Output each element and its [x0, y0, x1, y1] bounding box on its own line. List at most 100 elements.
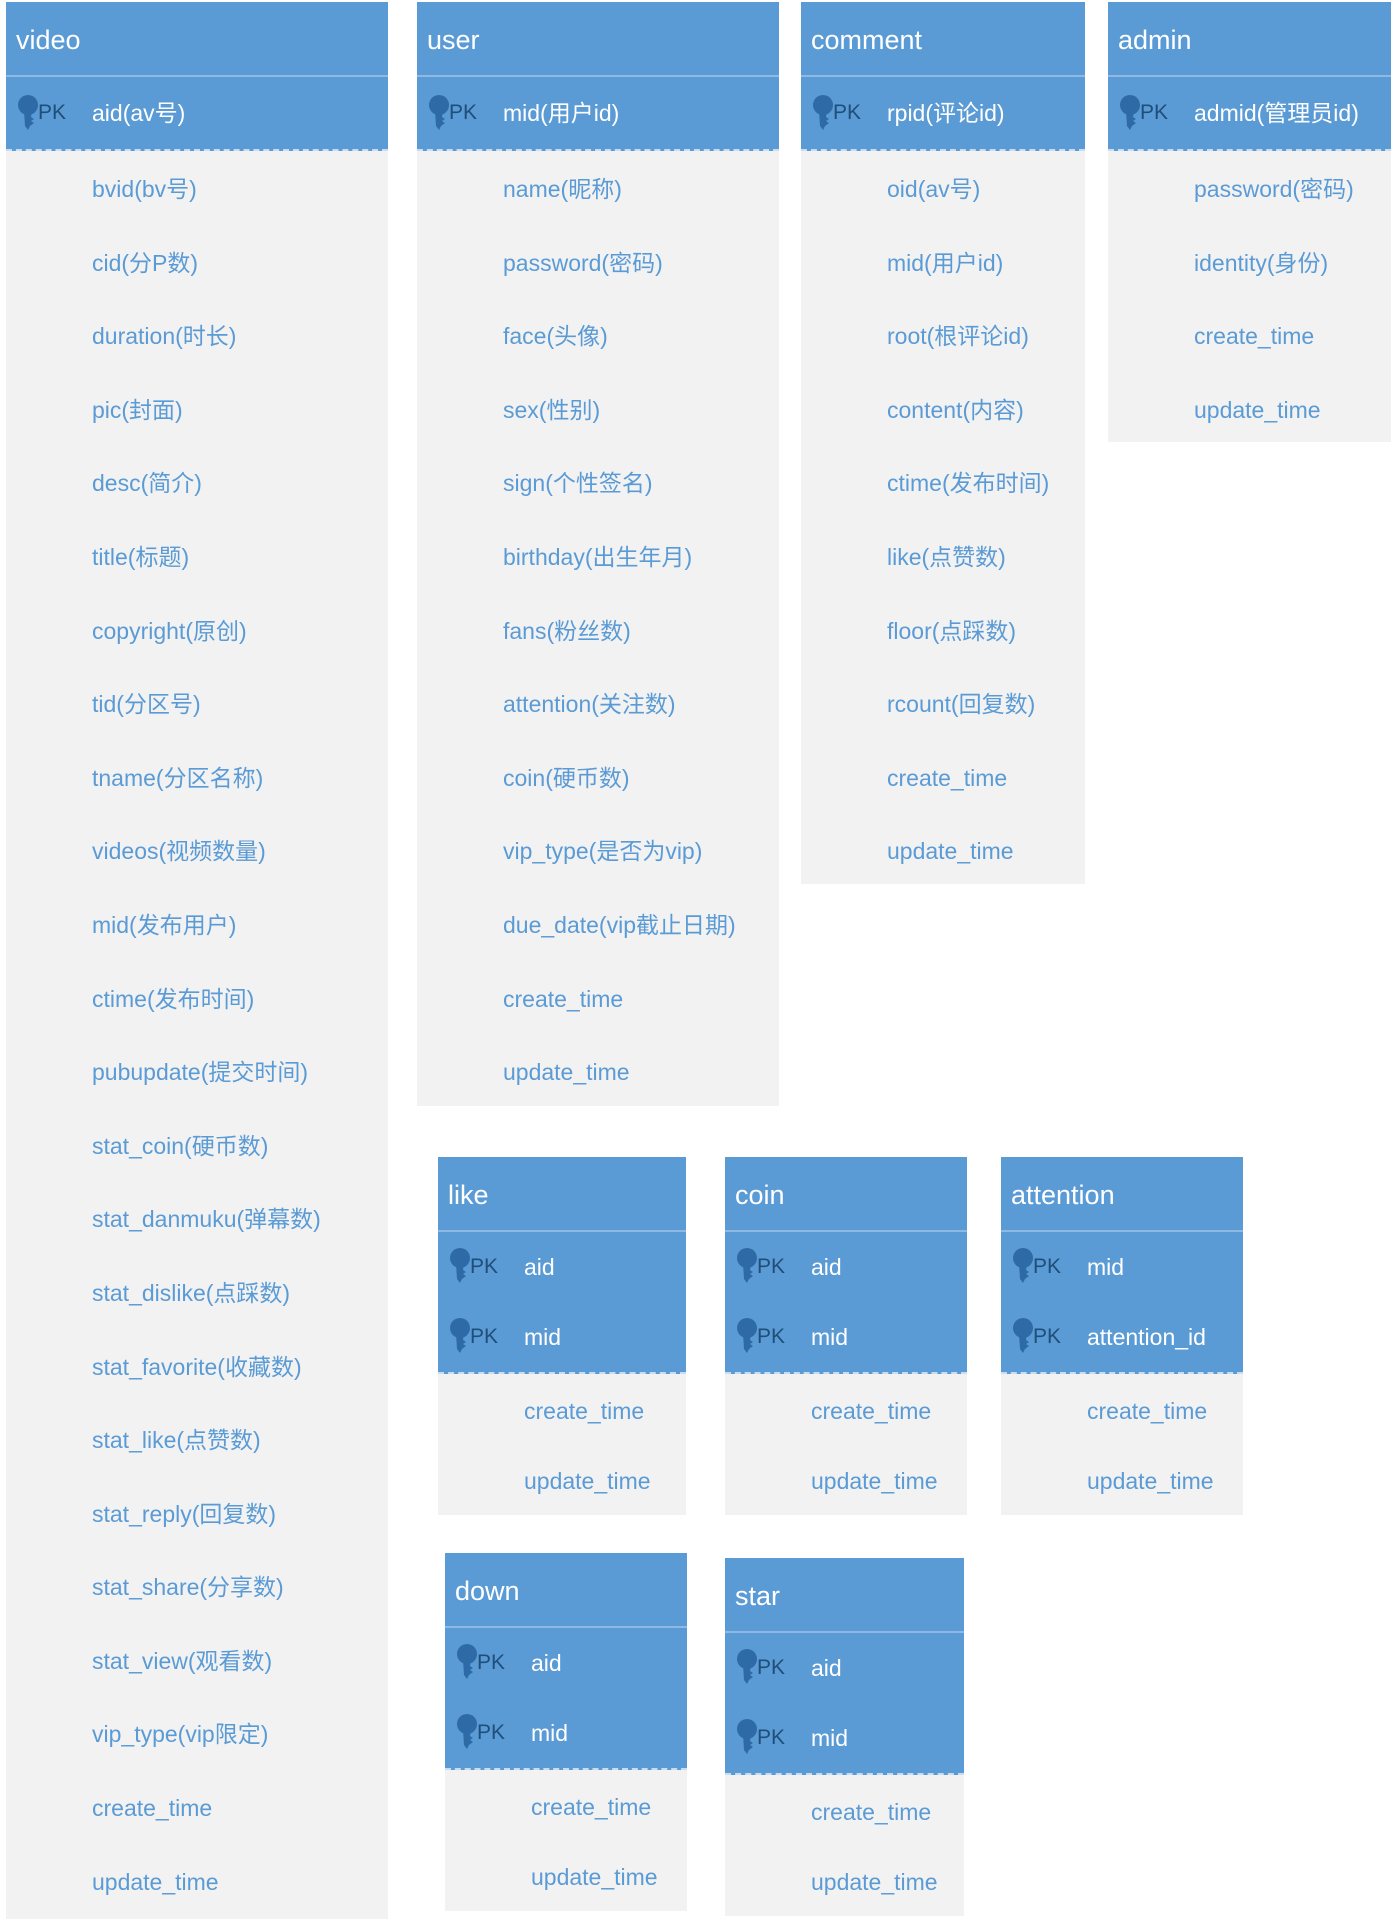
- pk-label: PK: [757, 1726, 786, 1749]
- field-list: bvid(bv号) cid(分P数) duration(时长) pic(封面) desc…: [6, 151, 388, 1919]
- field-name: update_time: [887, 838, 1014, 865]
- field-name: ctime(发布时间): [92, 985, 255, 1012]
- primary-key-row: PK mid: [1001, 1232, 1243, 1302]
- key-icon: [450, 1248, 470, 1283]
- field-name: name(昵称): [503, 176, 622, 202]
- primary-key-block: PK aid PK mid: [445, 1628, 687, 1770]
- field-name: attention(关注数): [503, 691, 676, 718]
- key-icon: [429, 95, 449, 130]
- field-name: cid(分P数): [92, 249, 199, 276]
- field-name: coin(硬币数): [503, 764, 630, 791]
- table-comment: comment PK rpid(评论id) oid(av号) mid(用户id) ro…: [801, 2, 1085, 884]
- field-list: password(密码) identity(身份) create_time updat…: [1108, 151, 1391, 447]
- pk-field-name: mid: [811, 1725, 849, 1751]
- primary-key-row: PK aid: [725, 1232, 967, 1302]
- table-title: comment: [801, 2, 1085, 77]
- table-title: user: [417, 2, 779, 77]
- field-name: tid(分区号): [92, 691, 201, 718]
- field-name: root(根评论id): [887, 323, 1029, 350]
- field-name: sign(个性签名): [503, 470, 653, 497]
- field-name: birthday(出生年月): [503, 543, 693, 570]
- field-name: bvid(bv号): [92, 176, 197, 202]
- table-title: star: [725, 1558, 964, 1633]
- pk-field-name: attention_id: [1087, 1324, 1206, 1350]
- field-name: stat_view(观看数): [92, 1647, 273, 1674]
- field-name: update_time: [503, 1059, 630, 1086]
- key-icon: [457, 1644, 477, 1679]
- key-icon: [737, 1649, 757, 1684]
- primary-key-block: PK aid PK mid: [725, 1633, 964, 1775]
- primary-key-row: PK mid: [438, 1302, 686, 1372]
- table-title: video: [6, 2, 388, 77]
- field-name: stat_coin(硬币数): [92, 1132, 269, 1159]
- pk-label: PK: [477, 1651, 506, 1674]
- field-name: tname(分区名称): [92, 764, 264, 791]
- field-name: update_time: [811, 1869, 938, 1895]
- field-name: ctime(发布时间): [887, 470, 1050, 497]
- field-list: create_time update_time: [725, 1374, 967, 1516]
- field-name: password(密码): [503, 249, 663, 276]
- primary-key-block: PK aid(av号): [6, 77, 388, 151]
- field-name: stat_dislike(点踩数): [92, 1279, 291, 1306]
- field-name: content(内容): [887, 396, 1024, 423]
- primary-key-row: PK mid: [725, 1703, 964, 1773]
- field-name: update_time: [811, 1468, 938, 1494]
- table-user: user PK mid(用户id) name(昵称) password(密码) fac…: [417, 2, 779, 1106]
- field-name: vip_type(vip限定): [92, 1721, 269, 1748]
- table-title: admin: [1108, 2, 1391, 77]
- primary-key-row: PK aid: [438, 1232, 686, 1302]
- pk-label: PK: [1140, 101, 1169, 124]
- primary-key-block: PK rpid(评论id): [801, 77, 1085, 151]
- primary-key-block: PK aid PK mid: [438, 1232, 686, 1374]
- field-name: duration(时长): [92, 323, 237, 350]
- field-name: pic(封面): [92, 396, 183, 423]
- key-icon: [457, 1714, 477, 1749]
- field-name: stat_like(点赞数): [92, 1427, 261, 1454]
- key-icon: [450, 1318, 470, 1353]
- key-icon: [737, 1318, 757, 1353]
- field-name: desc(简介): [92, 470, 202, 497]
- field-name: floor(点踩数): [887, 617, 1017, 644]
- pk-label: PK: [833, 101, 862, 124]
- primary-key-block: PK mid PK attention_id: [1001, 1232, 1243, 1374]
- primary-key-row: PK mid(用户id): [417, 77, 779, 149]
- pk-label: PK: [1033, 1255, 1062, 1278]
- field-name: update_time: [1087, 1468, 1214, 1494]
- pk-field-name: aid: [524, 1254, 555, 1280]
- pk-label: PK: [470, 1255, 499, 1278]
- field-name: create_time: [524, 1398, 645, 1424]
- table-title: down: [445, 1553, 687, 1628]
- pk-label: PK: [757, 1255, 786, 1278]
- field-name: update_time: [92, 1868, 219, 1895]
- field-name: stat_reply(回复数): [92, 1500, 277, 1527]
- table-title: like: [438, 1157, 686, 1232]
- field-name: update_time: [531, 1864, 658, 1890]
- field-list: name(昵称) password(密码) face(头像) sex(性别) sign(…: [417, 151, 779, 1110]
- primary-key-block: PK mid(用户id): [417, 77, 779, 151]
- field-name: update_time: [1194, 396, 1321, 423]
- field-name: face(头像): [503, 323, 608, 350]
- key-icon: [1013, 1248, 1033, 1283]
- table-video: video PK aid(av号) bvid(bv号) cid(分P数) durati…: [6, 2, 388, 1919]
- field-name: create_time: [1087, 1398, 1208, 1424]
- field-name: create_time: [92, 1795, 213, 1822]
- field-name: mid(发布用户): [92, 911, 237, 938]
- field-name: title(标题): [92, 543, 190, 570]
- primary-key-row: PK attention_id: [1001, 1302, 1243, 1372]
- key-icon: [737, 1248, 757, 1283]
- field-name: stat_share(分享数): [92, 1574, 284, 1601]
- field-name: password(密码): [1194, 176, 1354, 202]
- pk-label: PK: [757, 1656, 786, 1679]
- field-name: create_time: [503, 985, 624, 1012]
- primary-key-row: PK aid: [445, 1628, 687, 1698]
- pk-label: PK: [757, 1325, 786, 1348]
- field-name: stat_danmuku(弹幕数): [92, 1206, 321, 1233]
- primary-key-block: PK aid PK mid: [725, 1232, 967, 1374]
- field-list: create_time update_time: [1001, 1374, 1243, 1516]
- key-icon: [18, 95, 38, 130]
- pk-field-name: mid: [811, 1324, 849, 1350]
- pk-label: PK: [38, 101, 67, 124]
- key-icon: [1120, 95, 1140, 130]
- field-name: stat_favorite(收藏数): [92, 1353, 302, 1380]
- table-coin: coin PK aid PK mid create_time update_time: [725, 1157, 967, 1515]
